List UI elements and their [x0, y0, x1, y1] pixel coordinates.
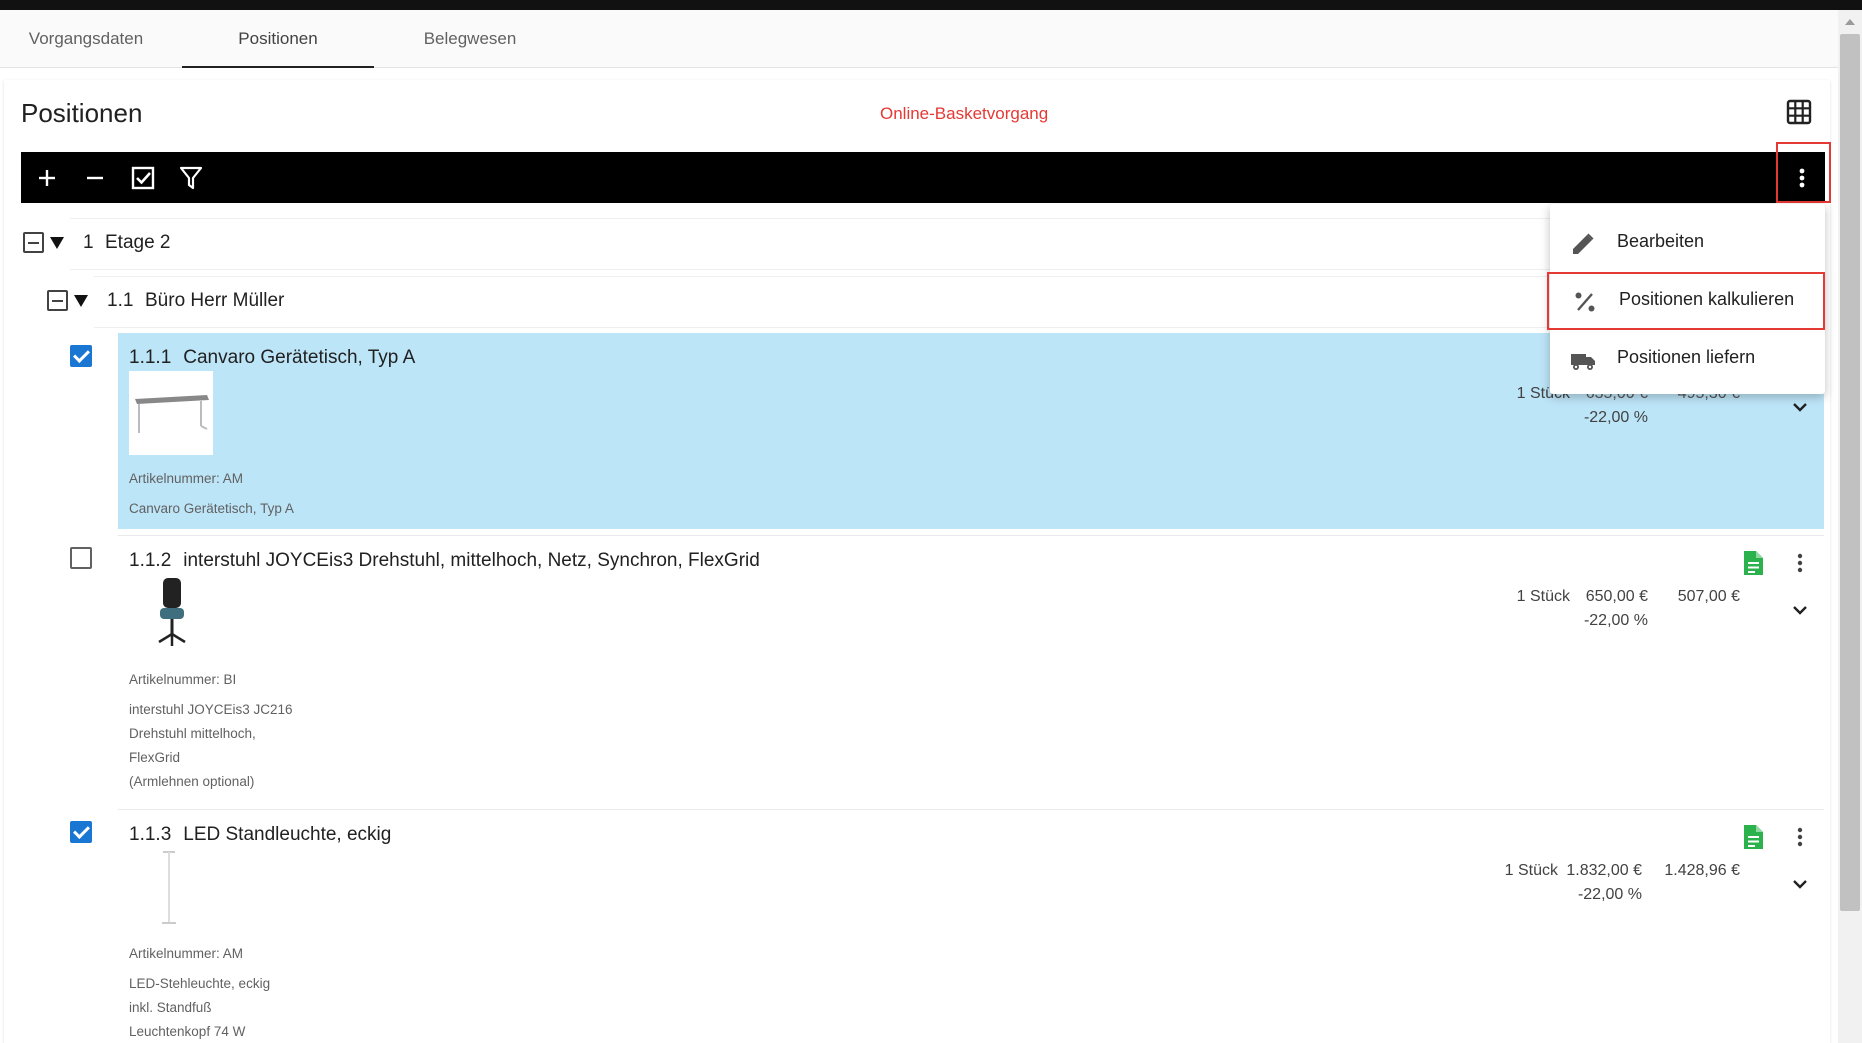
menu-item-label: Positionen kalkulieren — [1619, 289, 1795, 309]
item-checkbox-1-1-2[interactable] — [70, 547, 92, 569]
group-row-etage-2[interactable]: 1 Etage 2 — [70, 218, 1550, 270]
expand-triangle-icon[interactable] — [50, 237, 64, 249]
truck-icon — [1570, 347, 1596, 373]
item-description-line: Leuchtenkopf 74 W — [129, 1024, 246, 1039]
product-image-lamp — [129, 848, 213, 932]
item-discount: -22,00 % — [1577, 886, 1642, 903]
item-title: 1.1.3 LED Standleuchte, eckig — [129, 824, 391, 846]
group-number: 1 — [83, 232, 94, 253]
item-description-line: (Armlehnen optional) — [129, 774, 255, 789]
item-description-line: interstuhl JOYCEis3 JC216 — [129, 702, 293, 717]
item-number: 1.1.3 — [129, 824, 172, 845]
chevron-down-icon[interactable] — [1788, 872, 1812, 896]
tab-positionen[interactable]: Positionen — [182, 10, 374, 68]
item-more-icon[interactable] — [1788, 825, 1812, 849]
item-name: interstuhl JOYCEis3 Drehstuhl, mittelhoc… — [183, 550, 760, 571]
item-checkbox-1-1-1[interactable] — [70, 345, 92, 367]
item-description-line: Canvaro Gerätetisch, Typ A — [129, 501, 294, 516]
chevron-down-icon[interactable] — [1788, 598, 1812, 622]
minus-icon[interactable] — [79, 162, 111, 194]
checklist-icon[interactable] — [127, 162, 159, 194]
expand-triangle-icon[interactable] — [74, 295, 88, 307]
menu-item-label: Bearbeiten — [1617, 231, 1705, 251]
product-image-table — [129, 371, 213, 455]
grid-view-icon[interactable] — [1786, 99, 1812, 125]
more-vert-icon[interactable] — [1786, 162, 1818, 194]
item-quantity: 1 Stück — [1516, 588, 1570, 605]
group-label: Büro Herr Müller — [145, 290, 285, 311]
chevron-down-icon[interactable] — [1788, 395, 1812, 419]
item-description-line: FlexGrid — [129, 750, 181, 765]
position-row-1-1-2[interactable]: 1.1.2 interstuhl JOYCEis3 Drehstuhl, mitt… — [118, 535, 1824, 805]
item-number: 1.1.1 — [129, 347, 172, 368]
position-row-1-1-3[interactable]: 1.1.3 LED Standleuchte, eckig Artikelnumm… — [118, 809, 1824, 1043]
status-label: Online-Basketvorgang — [880, 104, 1049, 123]
positions-toolbar — [21, 152, 1825, 203]
item-number: 1.1.2 — [129, 550, 172, 571]
item-unit-price: 650,00 € — [1585, 588, 1648, 605]
group-row-buero[interactable]: 1.1 Büro Herr Müller — [94, 276, 1550, 328]
tab-vorgangsdaten[interactable]: Vorgangsdaten — [0, 10, 172, 68]
article-number: Artikelnummer: BI — [129, 672, 237, 687]
group-number: 1.1 — [107, 290, 134, 311]
filter-icon[interactable] — [175, 162, 207, 194]
item-discount: -22,00 % — [1583, 409, 1648, 426]
item-title: 1.1.2 interstuhl JOYCEis3 Drehstuhl, mitt… — [129, 550, 760, 572]
article-number: Artikelnummer: AM — [129, 471, 244, 486]
scrollbar-thumb[interactable] — [1840, 34, 1860, 911]
product-image-chair — [129, 574, 213, 658]
item-total-price: 1.428,96 € — [1664, 862, 1740, 879]
item-title: 1.1.1 Canvaro Gerätetisch, Typ A — [129, 347, 415, 369]
item-name: Canvaro Gerätetisch, Typ A — [183, 347, 416, 368]
item-name: LED Standleuchte, eckig — [183, 824, 392, 845]
pencil-icon — [1570, 231, 1596, 257]
document-icon[interactable] — [1742, 824, 1764, 850]
plus-icon[interactable] — [31, 162, 63, 194]
menu-item-positionen-kalkulieren[interactable]: Positionen kalkulieren — [1547, 272, 1825, 330]
scroll-up-arrow[interactable] — [1838, 10, 1862, 32]
item-description-line: inkl. Standfuß — [129, 1000, 212, 1015]
document-icon[interactable] — [1742, 550, 1764, 576]
page-title: Positionen — [21, 98, 143, 128]
context-menu: Bearbeiten Positionen kalkulieren Positi… — [1547, 204, 1825, 394]
percent-icon — [1572, 289, 1598, 315]
tab-belegwesen[interactable]: Belegwesen — [374, 10, 566, 68]
item-more-icon[interactable] — [1788, 551, 1812, 575]
item-total-price: 507,00 € — [1677, 588, 1740, 605]
collapse-group-etage-2[interactable] — [23, 232, 44, 253]
item-discount: -22,00 % — [1583, 612, 1648, 629]
collapse-group-buero[interactable] — [47, 290, 68, 311]
article-number: Artikelnummer: AM — [129, 946, 244, 961]
item-checkbox-1-1-3[interactable] — [70, 821, 92, 843]
item-unit-price: 1.832,00 € — [1566, 862, 1642, 879]
item-description-line: Drehstuhl mittelhoch, — [129, 726, 256, 741]
item-description-line: LED-Stehleuchte, eckig — [129, 976, 271, 991]
menu-item-positionen-liefern[interactable]: Positionen liefern — [1550, 330, 1825, 388]
menu-item-bearbeiten[interactable]: Bearbeiten — [1550, 214, 1825, 272]
group-label: Etage 2 — [105, 232, 171, 253]
vertical-scrollbar[interactable] — [1838, 10, 1862, 1043]
tab-bar: Vorgangsdaten Positionen Belegwesen — [0, 10, 1838, 68]
window-top-bar — [0, 0, 1862, 10]
menu-item-label: Positionen liefern — [1617, 347, 1756, 367]
